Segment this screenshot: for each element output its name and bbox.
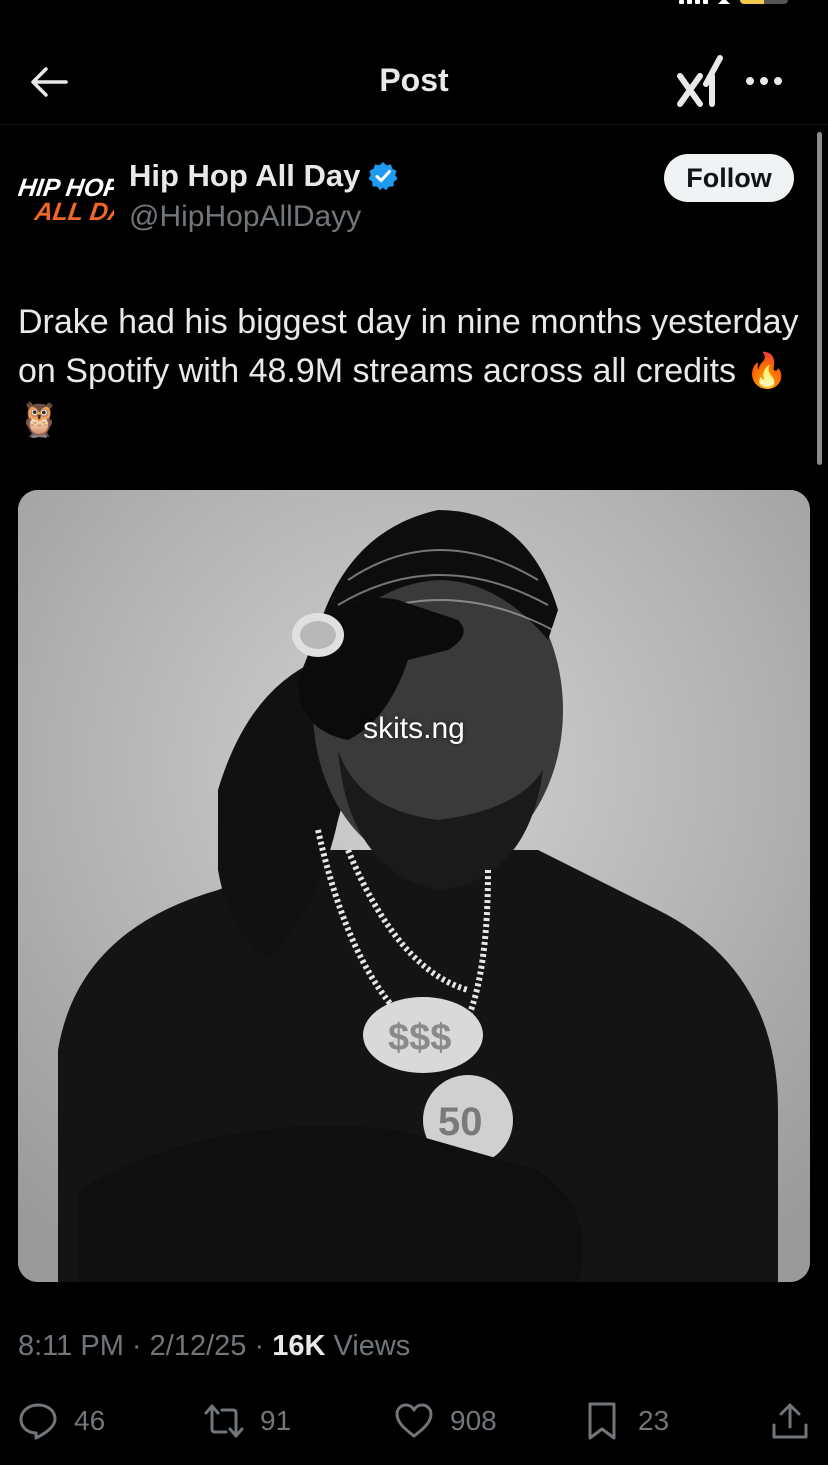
follow-button[interactable]: Follow bbox=[664, 154, 794, 202]
battery-icon bbox=[740, 0, 788, 4]
post-text: Drake had his biggest day in nine months… bbox=[18, 303, 799, 439]
bookmark-count: 23 bbox=[638, 1405, 670, 1436]
repost-icon bbox=[204, 1404, 244, 1438]
svg-text:ALL DAY: ALL DAY bbox=[32, 198, 114, 226]
reply-count: 46 bbox=[74, 1405, 106, 1436]
top-nav: Post bbox=[0, 40, 828, 124]
avatar[interactable]: HIP HOP ALL DAY bbox=[16, 162, 145, 232]
photo-illustration: $$$ 50 bbox=[18, 490, 810, 1282]
post-date: 2/12/25 bbox=[149, 1330, 247, 1362]
signal-icon bbox=[679, 0, 708, 4]
bookmark-button[interactable]: 23 bbox=[582, 1394, 669, 1448]
wifi-icon bbox=[718, 0, 730, 4]
author-handle[interactable]: @HipHopAllDayy bbox=[129, 200, 361, 234]
post-meta: 8:11 PM · 2/12/25 · 16K Views bbox=[18, 1330, 410, 1363]
repost-button[interactable]: 91 bbox=[204, 1394, 291, 1448]
reply-icon bbox=[19, 1403, 57, 1440]
post-image[interactable]: $$$ 50 skits.ng bbox=[18, 490, 810, 1282]
repost-count: 91 bbox=[260, 1405, 292, 1436]
scrollbar[interactable] bbox=[817, 132, 822, 465]
more-options-button[interactable] bbox=[742, 68, 788, 94]
share-icon bbox=[772, 1403, 808, 1439]
like-count: 908 bbox=[450, 1405, 497, 1436]
grok-icon bbox=[677, 55, 723, 107]
author-name[interactable]: Hip Hop All Day bbox=[129, 158, 360, 194]
meta-separator: · bbox=[254, 1330, 273, 1362]
status-icons bbox=[679, 0, 788, 4]
grok-button[interactable] bbox=[676, 54, 726, 108]
share-button[interactable] bbox=[770, 1394, 810, 1448]
like-icon bbox=[395, 1403, 433, 1438]
author-name-row[interactable]: Hip Hop All Day bbox=[129, 158, 398, 194]
status-bar bbox=[0, 0, 828, 14]
meta-separator: · bbox=[131, 1330, 150, 1362]
status-time bbox=[64, 0, 144, 4]
views-count[interactable]: 16K bbox=[272, 1330, 325, 1362]
svg-text:50: 50 bbox=[438, 1100, 483, 1144]
views-label[interactable]: Views bbox=[333, 1330, 410, 1362]
svg-text:$$$: $$$ bbox=[388, 1017, 451, 1059]
like-button[interactable]: 908 bbox=[394, 1394, 497, 1448]
hip-hop-all-day-logo: HIP HOP ALL DAY bbox=[16, 174, 145, 226]
bookmark-icon bbox=[588, 1402, 616, 1440]
nav-divider bbox=[0, 124, 828, 125]
action-bar: 46 91 908 23 bbox=[0, 1394, 828, 1448]
post-time: 8:11 PM bbox=[18, 1330, 124, 1362]
more-icon bbox=[746, 77, 782, 85]
reply-button[interactable]: 46 bbox=[18, 1394, 105, 1448]
verified-badge-icon bbox=[368, 162, 398, 191]
watermark: skits.ng bbox=[363, 712, 465, 745]
